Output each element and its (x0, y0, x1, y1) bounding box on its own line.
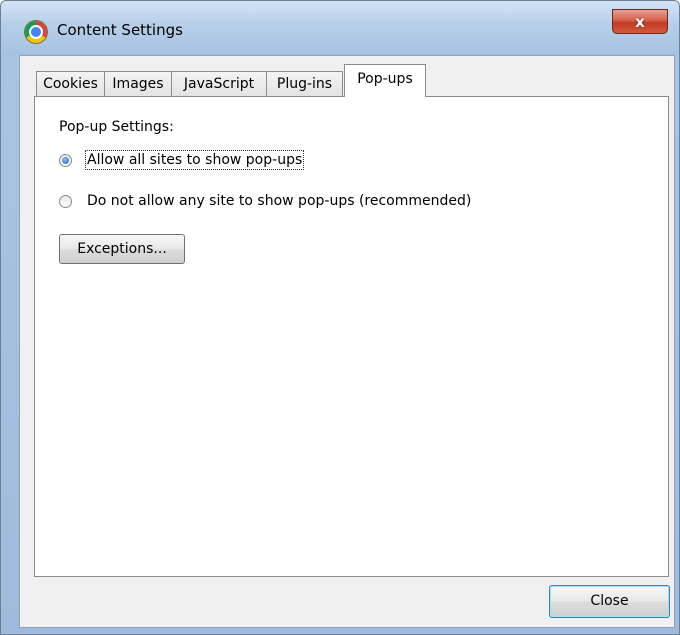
allow-popups-radio[interactable] (59, 153, 72, 167)
tab-pop-ups[interactable]: Pop-ups (344, 64, 426, 97)
tab-javascript[interactable]: JavaScript (171, 71, 267, 96)
window-close-button[interactable]: x (612, 9, 668, 34)
close-button[interactable]: Close (549, 585, 670, 618)
tab-images[interactable]: Images (104, 71, 172, 96)
exceptions-button[interactable]: Exceptions... (59, 234, 185, 264)
block-popups-option[interactable]: Do not allow any site to show pop-ups (r… (59, 191, 471, 211)
title-bar[interactable]: Content Settings x (1, 1, 679, 55)
content-settings-window: Content Settings x Cookies Images JavaSc… (0, 0, 680, 635)
window-title: Content Settings (57, 21, 183, 39)
block-popups-label[interactable]: Do not allow any site to show pop-ups (r… (87, 193, 471, 209)
allow-popups-label[interactable]: Allow all sites to show pop-ups (84, 150, 305, 170)
dialog-body: Cookies Images JavaScript Plug-ins Pop-u… (19, 55, 675, 628)
close-icon: x (635, 13, 645, 31)
tab-cookies[interactable]: Cookies (36, 71, 105, 96)
allow-popups-option[interactable]: Allow all sites to show pop-ups (59, 150, 305, 170)
pop-up-settings-label: Pop-up Settings: (59, 119, 174, 135)
tab-plug-ins[interactable]: Plug-ins (266, 71, 343, 96)
chrome-icon (25, 21, 47, 43)
pop-ups-panel: Pop-up Settings: Allow all sites to show… (34, 96, 669, 577)
block-popups-radio[interactable] (59, 194, 72, 208)
